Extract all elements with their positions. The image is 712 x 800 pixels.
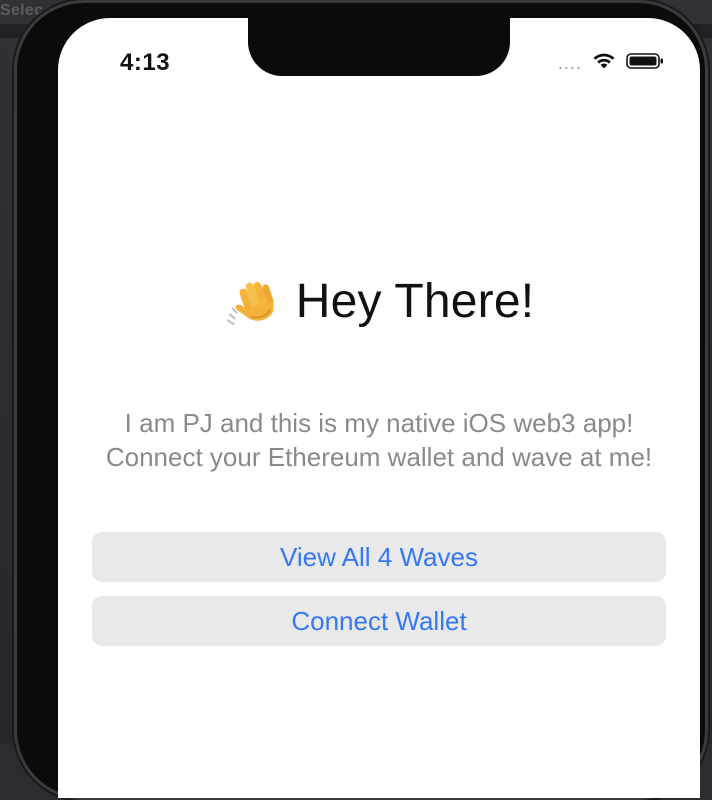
hero-heading: Hey There! (58, 272, 700, 330)
page-title: Hey There! (295, 274, 535, 328)
iphone-frame: 4:13 .... Hey There! I am PJ and this is… (14, 0, 708, 800)
status-icons: .... (558, 50, 664, 72)
wifi-icon (593, 53, 615, 69)
view-all-waves-button[interactable]: View All 4 Waves (92, 532, 666, 582)
waving-hand-icon (226, 281, 274, 326)
battery-icon (626, 53, 663, 69)
app-screen: 4:13 .... Hey There! I am PJ and this is… (58, 18, 700, 798)
cellular-signal-icon: .... (557, 53, 582, 73)
intro-text: I am PJ and this is my native iOS web3 a… (105, 408, 653, 472)
connect-wallet-button[interactable]: Connect Wallet (92, 596, 666, 646)
status-time: 4:13 (120, 49, 171, 76)
device-notch (248, 18, 510, 76)
